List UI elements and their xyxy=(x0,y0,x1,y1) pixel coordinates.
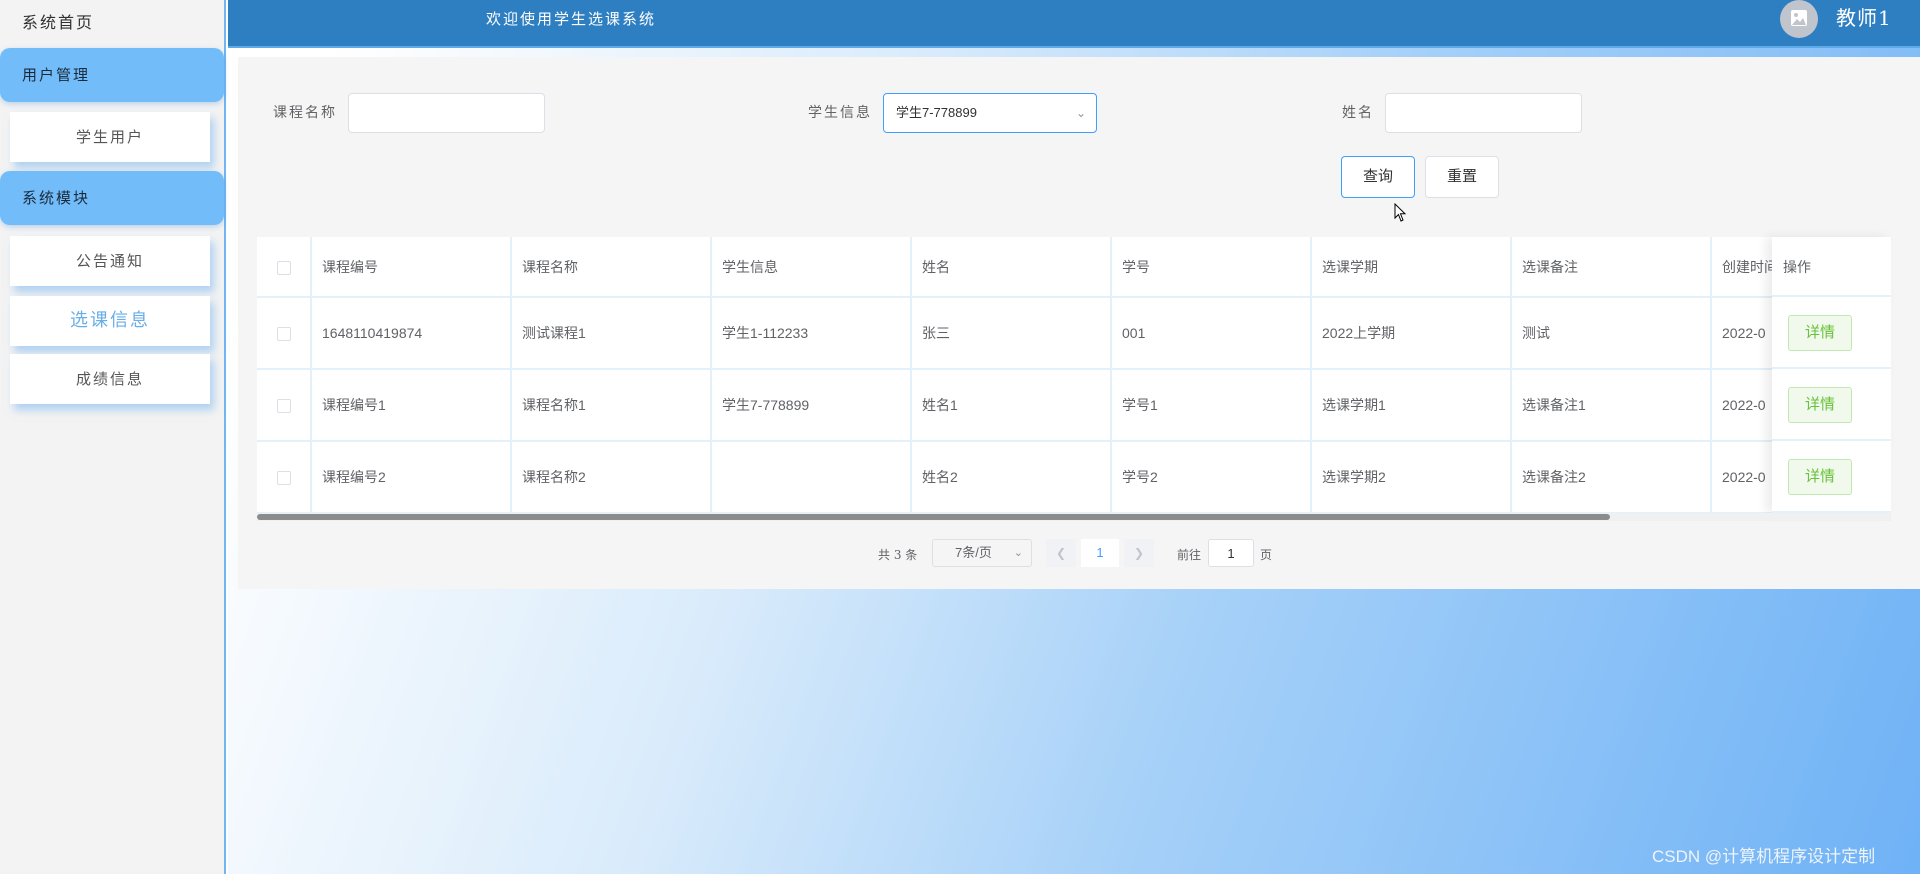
cell-name: 姓名1 xyxy=(911,369,1112,442)
goto-prefix: 前往 xyxy=(1177,548,1202,562)
prev-page-button[interactable]: ❮ xyxy=(1046,539,1076,567)
sidebar-group-user-management[interactable]: 用户管理 xyxy=(0,48,224,102)
cell-student-info xyxy=(711,441,912,513)
row-checkbox[interactable] xyxy=(276,327,291,342)
cell-course-id: 课程编号2 xyxy=(311,441,512,513)
cell-course-id: 1648110419874 xyxy=(311,297,512,370)
operations-column: 操作 详情 详情 详情 xyxy=(1772,237,1891,513)
sidebar-item-grades[interactable]: 成绩信息 xyxy=(10,354,210,404)
column-header-semester: 选课学期 xyxy=(1311,237,1512,298)
column-header-operations: 操作 xyxy=(1772,237,1891,297)
cell-remark: 测试 xyxy=(1511,297,1712,370)
cell-course-name: 课程名称2 xyxy=(511,441,712,513)
detail-button[interactable]: 详情 xyxy=(1788,459,1852,495)
table-row: 课程编号1 课程名称1 学生7-778899 姓名1 学号1 选课学期1 选课备… xyxy=(257,369,1891,442)
user-name[interactable]: 教师1 xyxy=(1836,0,1892,36)
cell-semester: 选课学期2 xyxy=(1311,441,1512,513)
cell-student-no: 001 xyxy=(1111,297,1312,370)
query-button[interactable]: 查询 xyxy=(1341,156,1415,198)
course-name-label: 课程名称 xyxy=(273,105,337,121)
cell-student-info: 学生1-112233 xyxy=(711,297,912,370)
scrollbar-thumb[interactable] xyxy=(257,514,1610,520)
cell-semester: 选课学期1 xyxy=(1311,369,1512,442)
table-row: 1648110419874 测试课程1 学生1-112233 张三 001 20… xyxy=(257,297,1891,370)
name-input[interactable] xyxy=(1385,93,1582,133)
sidebar-item-announcements[interactable]: 公告通知 xyxy=(10,236,210,286)
goto-suffix: 页 xyxy=(1260,548,1273,562)
avatar[interactable] xyxy=(1780,0,1818,38)
cell-student-info: 学生7-778899 xyxy=(711,369,912,442)
column-header-student-info: 学生信息 xyxy=(711,237,912,298)
next-page-button[interactable]: ❯ xyxy=(1124,539,1154,567)
select-all-checkbox[interactable] xyxy=(276,260,291,275)
row-checkbox-cell[interactable] xyxy=(257,297,312,370)
operations-cell: 详情 xyxy=(1772,441,1891,513)
goto-page-input[interactable] xyxy=(1208,539,1254,567)
cell-course-name: 课程名称1 xyxy=(511,369,712,442)
operations-cell: 详情 xyxy=(1772,297,1891,369)
sidebar-item-student-users[interactable]: 学生用户 xyxy=(10,112,210,162)
cell-name: 姓名2 xyxy=(911,441,1112,513)
chevron-right-icon: ❯ xyxy=(1133,546,1145,560)
student-info-selected-value: 学生7-778899 xyxy=(896,105,977,120)
table-header-row: 课程编号 课程名称 学生信息 姓名 学号 选课学期 选课备注 创建时间 xyxy=(257,237,1891,298)
reset-button[interactable]: 重置 xyxy=(1425,156,1499,198)
sidebar-item-course-selection[interactable]: 选课信息 xyxy=(10,296,210,346)
page-size-value: 7条/页 xyxy=(955,545,992,560)
cell-course-id: 课程编号1 xyxy=(311,369,512,442)
column-header-course-id: 课程编号 xyxy=(311,237,512,298)
column-header-remark: 选课备注 xyxy=(1511,237,1712,298)
student-info-label: 学生信息 xyxy=(808,105,872,121)
watermark: CSDN @计算机程序设计定制 xyxy=(1652,847,1876,866)
pagination-total: 共 3 条 xyxy=(878,548,918,562)
topbar: 欢迎使用学生选课系统 教师1 xyxy=(228,0,1920,48)
row-checkbox[interactable] xyxy=(276,399,291,414)
cell-remark: 选课备注1 xyxy=(1511,369,1712,442)
column-header-name: 姓名 xyxy=(911,237,1112,298)
page-title: 欢迎使用学生选课系统 xyxy=(486,10,657,28)
image-icon xyxy=(1791,10,1807,26)
student-info-select[interactable]: 学生7-778899 ⌄ xyxy=(883,93,1097,133)
table-row: 课程编号2 课程名称2 姓名2 学号2 选课学期2 选课备注2 2022-0 xyxy=(257,441,1891,513)
table-horizontal-scrollbar[interactable] xyxy=(257,513,1891,521)
chevron-down-icon: ⌄ xyxy=(1013,547,1023,559)
row-checkbox-cell[interactable] xyxy=(257,441,312,513)
sidebar-group-system-module[interactable]: 系统模块 xyxy=(0,171,224,225)
course-name-input[interactable] xyxy=(348,93,545,133)
select-all-checkbox-cell[interactable] xyxy=(257,237,312,298)
sidebar-home-link[interactable]: 系统首页 xyxy=(0,0,224,48)
page-size-select[interactable]: 7条/页 ⌄ xyxy=(932,539,1032,567)
cell-course-name: 测试课程1 xyxy=(511,297,712,370)
row-checkbox-cell[interactable] xyxy=(257,369,312,442)
operations-cell: 详情 xyxy=(1772,369,1891,441)
name-label: 姓名 xyxy=(1342,105,1374,121)
page-number-current[interactable]: 1 xyxy=(1081,539,1119,567)
chevron-down-icon: ⌄ xyxy=(1075,106,1086,120)
column-header-course-name: 课程名称 xyxy=(511,237,712,298)
detail-button[interactable]: 详情 xyxy=(1788,315,1852,351)
row-checkbox[interactable] xyxy=(276,471,291,486)
detail-button[interactable]: 详情 xyxy=(1788,387,1852,423)
data-table: 课程编号 课程名称 学生信息 姓名 学号 选课学期 选课备注 创建时间 1648… xyxy=(257,237,1891,513)
cell-student-no: 学号1 xyxy=(1111,369,1312,442)
cell-semester: 2022上学期 xyxy=(1311,297,1512,370)
sidebar: 系统首页 用户管理 学生用户 系统模块 公告通知 选课信息 成绩信息 xyxy=(0,0,226,874)
chevron-left-icon: ❮ xyxy=(1055,546,1067,560)
mouse-cursor-icon xyxy=(1394,203,1407,222)
cell-name: 张三 xyxy=(911,297,1112,370)
cell-student-no: 学号2 xyxy=(1111,441,1312,513)
column-header-student-no: 学号 xyxy=(1111,237,1312,298)
cell-remark: 选课备注2 xyxy=(1511,441,1712,513)
